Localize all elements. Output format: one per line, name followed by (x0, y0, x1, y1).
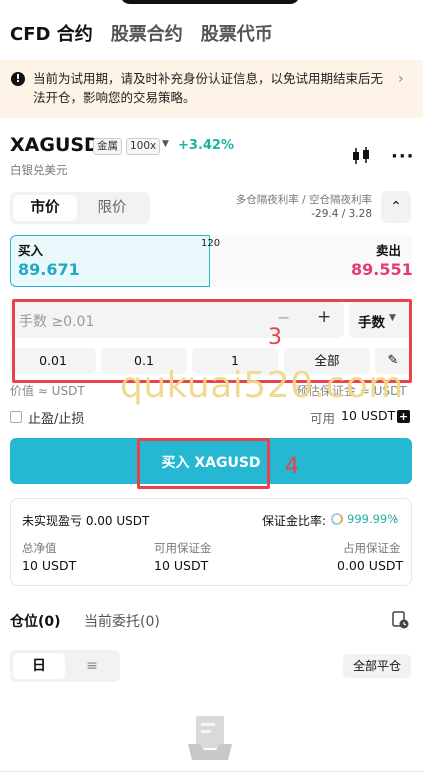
unrealized-pnl: 未实现盈亏 0.00 USDT (22, 514, 150, 528)
used-margin-label: 占用保证金 (343, 541, 401, 555)
used-margin-value: 0.00 USDT (337, 558, 404, 573)
tab-stock-contract[interactable]: 股票合约 (111, 20, 183, 46)
watermark: qukuai520.com (120, 365, 404, 406)
sell-label: 卖出 (376, 243, 402, 258)
available-margin-value: 10 USDT (154, 558, 209, 573)
annotation-label: 3 (268, 325, 282, 350)
divider (0, 771, 423, 772)
tab-cfd[interactable]: CFD 合约 (10, 20, 93, 46)
annotation-box (137, 438, 270, 489)
margin-ratio-value[interactable]: 999.99% (347, 512, 398, 526)
annotation-label: 4 (285, 454, 299, 479)
spread-value: 120 (201, 238, 221, 249)
order-type-limit[interactable]: 限价 (80, 195, 144, 221)
tab-stock-token[interactable]: 股票代币 (201, 20, 273, 46)
order-history-icon[interactable] (391, 611, 409, 629)
overnight-rate-value: -29.4 / 3.28 (311, 208, 372, 220)
candlestick-chart-icon[interactable] (350, 146, 372, 166)
caret-down-icon[interactable]: ▼ (162, 139, 169, 149)
equity-value: 10 USDT (22, 558, 77, 573)
buy-label: 买入 (18, 243, 44, 258)
tab-positions[interactable]: 仓位(0) (10, 611, 61, 631)
more-options-icon[interactable]: ··· (391, 146, 415, 167)
order-type-market[interactable]: 市价 (13, 195, 77, 221)
exclamation-icon: ! (11, 72, 25, 86)
tpsl-checkbox[interactable] (10, 411, 22, 423)
top-bar-decoration (120, 0, 300, 4)
value-estimate: 价值 ≈ USDT (10, 384, 85, 398)
available-value: 10 USDT (341, 408, 396, 423)
close-all-button[interactable]: 全部平仓 (343, 654, 411, 678)
leverage-badge[interactable]: 100x (126, 138, 161, 155)
overnight-rate-label: 多仓隔夜利率 / 空仓隔夜利率 (235, 194, 372, 206)
margin-ratio-gauge-icon (331, 513, 343, 525)
sell-price: 89.551 (351, 260, 413, 279)
chevron-right-icon[interactable]: › (393, 511, 398, 525)
chevron-right-icon[interactable]: › (398, 71, 404, 87)
empty-state-icon (188, 716, 232, 760)
available-margin-label: 可用保证金 (154, 541, 212, 555)
view-day-button[interactable]: 日 (13, 653, 65, 679)
category-badge: 金属 (93, 138, 122, 155)
add-funds-icon[interactable]: + (397, 410, 410, 423)
equity-label: 总净值 (22, 541, 57, 555)
price-change: +3.42% (178, 138, 234, 153)
collapse-button[interactable]: ⌃ (381, 191, 411, 223)
available-label: 可用 (310, 411, 336, 426)
margin-ratio-label: 保证金比率: (262, 514, 327, 528)
tab-open-orders[interactable]: 当前委托(0) (84, 611, 160, 631)
view-list-button[interactable]: ≡ (68, 653, 116, 679)
tpsl-label[interactable]: 止盈/止损 (28, 408, 84, 427)
product-tabs: CFD 合约 股票合约 股票代币 (10, 20, 273, 46)
buy-price: 89.671 (18, 260, 80, 279)
notice-text: 当前为试用期，请及时补充身份认证信息，以免试用期结束后无法开仓，影响您的交易策略… (33, 71, 384, 105)
symbol-description: 白银兑美元 (10, 163, 68, 177)
symbol-name[interactable]: XAGUSD (10, 134, 100, 156)
